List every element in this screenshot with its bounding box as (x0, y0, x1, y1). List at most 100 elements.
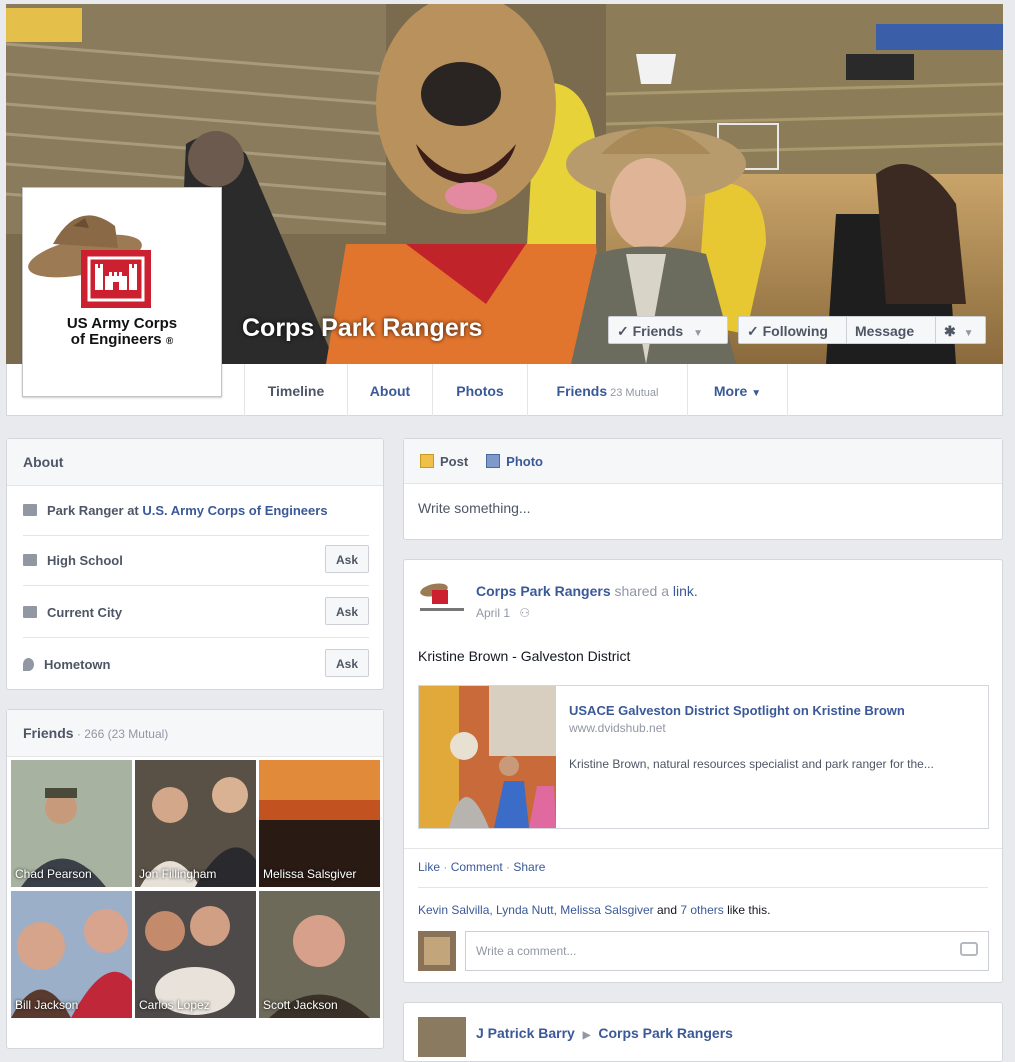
friend-name: Carlos Lopez (139, 998, 210, 1012)
likes-others-link[interactable]: 7 others (680, 903, 723, 917)
next-post-author[interactable]: J Patrick Barry (476, 1025, 575, 1041)
friend-name: Scott Jackson (263, 998, 338, 1012)
logo-line-1: US Army Corps (66, 315, 178, 332)
composer-tabs: Post Photo (404, 439, 1002, 484)
about-card-title: About (7, 439, 383, 486)
about-hometown-row: Hometown Ask (23, 639, 369, 689)
page-name-heading[interactable]: Corps Park Rangers (242, 314, 482, 343)
link-preview-thumbnail (419, 686, 556, 828)
camera-icon[interactable] (960, 942, 978, 956)
friend-name: Chad Pearson (15, 867, 92, 881)
chevron-down-icon: ▼ (963, 328, 974, 339)
comment-input[interactable]: Write a comment... (465, 931, 989, 971)
comment-placeholder: Write a comment... (476, 944, 577, 958)
briefcase-icon (23, 504, 37, 516)
logo-line-2: of Engineers (70, 331, 162, 348)
shared-link[interactable]: link. (673, 583, 698, 599)
post-header: Corps Park Rangers shared a link. (476, 583, 698, 599)
link-preview[interactable]: USACE Galveston District Spotlight on Kr… (418, 685, 989, 829)
author-avatar[interactable] (418, 1017, 466, 1057)
friend-tile[interactable]: Carlos Lopez (135, 891, 256, 1018)
about-city-row: Current City Ask (23, 587, 369, 638)
about-row-label: Current City (47, 604, 123, 620)
post-card: Corps Park Rangers shared a link. April … (403, 559, 1003, 983)
profile-picture[interactable]: US Army Corps of Engineers ® (22, 187, 222, 397)
about-row-label: Hometown (44, 656, 111, 672)
like-link[interactable]: Like (418, 860, 440, 874)
tab-label: Friends (556, 383, 608, 399)
following-button-label: ✓ Following (747, 323, 828, 339)
author-avatar[interactable] (418, 574, 466, 624)
next-post-header: J Patrick Barry ▶ Corps Park Rangers (476, 1025, 733, 1041)
tab-label: Photos (456, 383, 504, 399)
friend-tile[interactable]: Scott Jackson (259, 891, 380, 1018)
ask-highschool-button[interactable]: Ask (325, 545, 369, 573)
likes-summary: Kevin Salvilla, Lynda Nutt, Melissa Sals… (418, 903, 770, 917)
composer-tab-post[interactable]: Post (420, 454, 468, 469)
friend-tile[interactable]: Bill Jackson (11, 891, 132, 1018)
likers-names[interactable]: Kevin Salvilla, Lynda Nutt, Melissa Sals… (418, 903, 654, 917)
mutual-count: 23 Mutual (610, 387, 659, 399)
work-prefix: Park Ranger at (47, 502, 143, 518)
post-author-link[interactable]: Corps Park Rangers (476, 583, 611, 599)
post-text: Kristine Brown - Galveston District (418, 648, 631, 664)
about-highschool-row: High School Ask (23, 535, 369, 586)
tab-about[interactable]: About (348, 364, 433, 416)
logo-text: US Army Corps of Engineers ® (23, 316, 221, 350)
friend-tile[interactable]: Chad Pearson (11, 760, 132, 887)
ask-city-button[interactable]: Ask (325, 597, 369, 625)
usace-logo-image (28, 215, 151, 308)
link-preview-domain: www.dvidshub.net (569, 721, 666, 735)
photo-tab-label: Photo (506, 453, 543, 469)
registered-mark: ® (165, 336, 174, 347)
tab-label: About (369, 383, 411, 399)
link-preview-title[interactable]: USACE Galveston District Spotlight on Kr… (569, 703, 905, 718)
next-post-target[interactable]: Corps Park Rangers (598, 1025, 733, 1041)
post-tab-label: Post (440, 453, 469, 469)
share-link[interactable]: Share (513, 860, 545, 874)
friends-card-title[interactable]: Friends (23, 725, 74, 741)
friends-card: Friends · 266 (23 Mutual) Chad Pearson J… (6, 709, 384, 1049)
message-button-label: Message (855, 323, 915, 339)
friend-tile[interactable]: Melissa Salsgiver (259, 760, 380, 887)
photo-icon (486, 454, 501, 468)
friends-count: · 266 (23 Mutual) (73, 727, 169, 741)
composer-tab-photo[interactable]: Photo (486, 454, 543, 469)
tab-label: Timeline (267, 383, 325, 399)
friends-button-label: ✓ Friends (617, 323, 684, 339)
friends-card-header: Friends · 266 (23 Mutual) (7, 710, 383, 757)
tab-more[interactable]: More ▼ (688, 364, 788, 416)
about-card: About Park Ranger at U.S. Army Corps of … (6, 438, 384, 690)
link-preview-description: Kristine Brown, natural resources specia… (569, 757, 934, 771)
friend-name: Jon Fillingham (139, 867, 217, 881)
following-button[interactable]: ✓ Following (738, 316, 847, 344)
friends-button[interactable]: ✓ Friends ▼ (608, 316, 728, 344)
likes-suffix: like this. (723, 903, 771, 917)
friend-tile[interactable]: Jon Fillingham (135, 760, 256, 887)
likes-and: and (653, 903, 681, 917)
next-post-card: J Patrick Barry ▶ Corps Park Rangers (403, 1002, 1003, 1062)
about-row-label: High School (47, 552, 123, 568)
audience-friends-icon[interactable]: ⚇ (519, 606, 530, 620)
house-icon (23, 606, 37, 618)
composer-input[interactable]: Write something... (404, 484, 1002, 532)
ask-hometown-button[interactable]: Ask (325, 649, 369, 677)
about-work-row: Park Ranger at U.S. Army Corps of Engine… (23, 485, 369, 536)
post-date[interactable]: April 1 (476, 606, 510, 620)
tab-timeline[interactable]: Timeline (244, 364, 348, 416)
school-icon (23, 554, 37, 566)
divider (404, 848, 1002, 849)
message-button[interactable]: Message (847, 316, 936, 344)
separator: · (502, 860, 514, 874)
post-icon (420, 454, 434, 468)
tab-friends[interactable]: Friends 23 Mutual (528, 364, 688, 416)
tab-photos[interactable]: Photos (433, 364, 528, 416)
comment-link[interactable]: Comment (451, 860, 503, 874)
commenter-avatar (418, 931, 456, 971)
chevron-down-icon: ▼ (751, 388, 762, 399)
friend-name: Melissa Salsgiver (263, 867, 357, 881)
post-actions: Like · Comment · Share (418, 860, 545, 874)
divider (418, 887, 988, 888)
settings-menu-button[interactable]: ✱ ▼ (935, 316, 986, 344)
work-employer-link[interactable]: U.S. Army Corps of Engineers (142, 503, 327, 518)
